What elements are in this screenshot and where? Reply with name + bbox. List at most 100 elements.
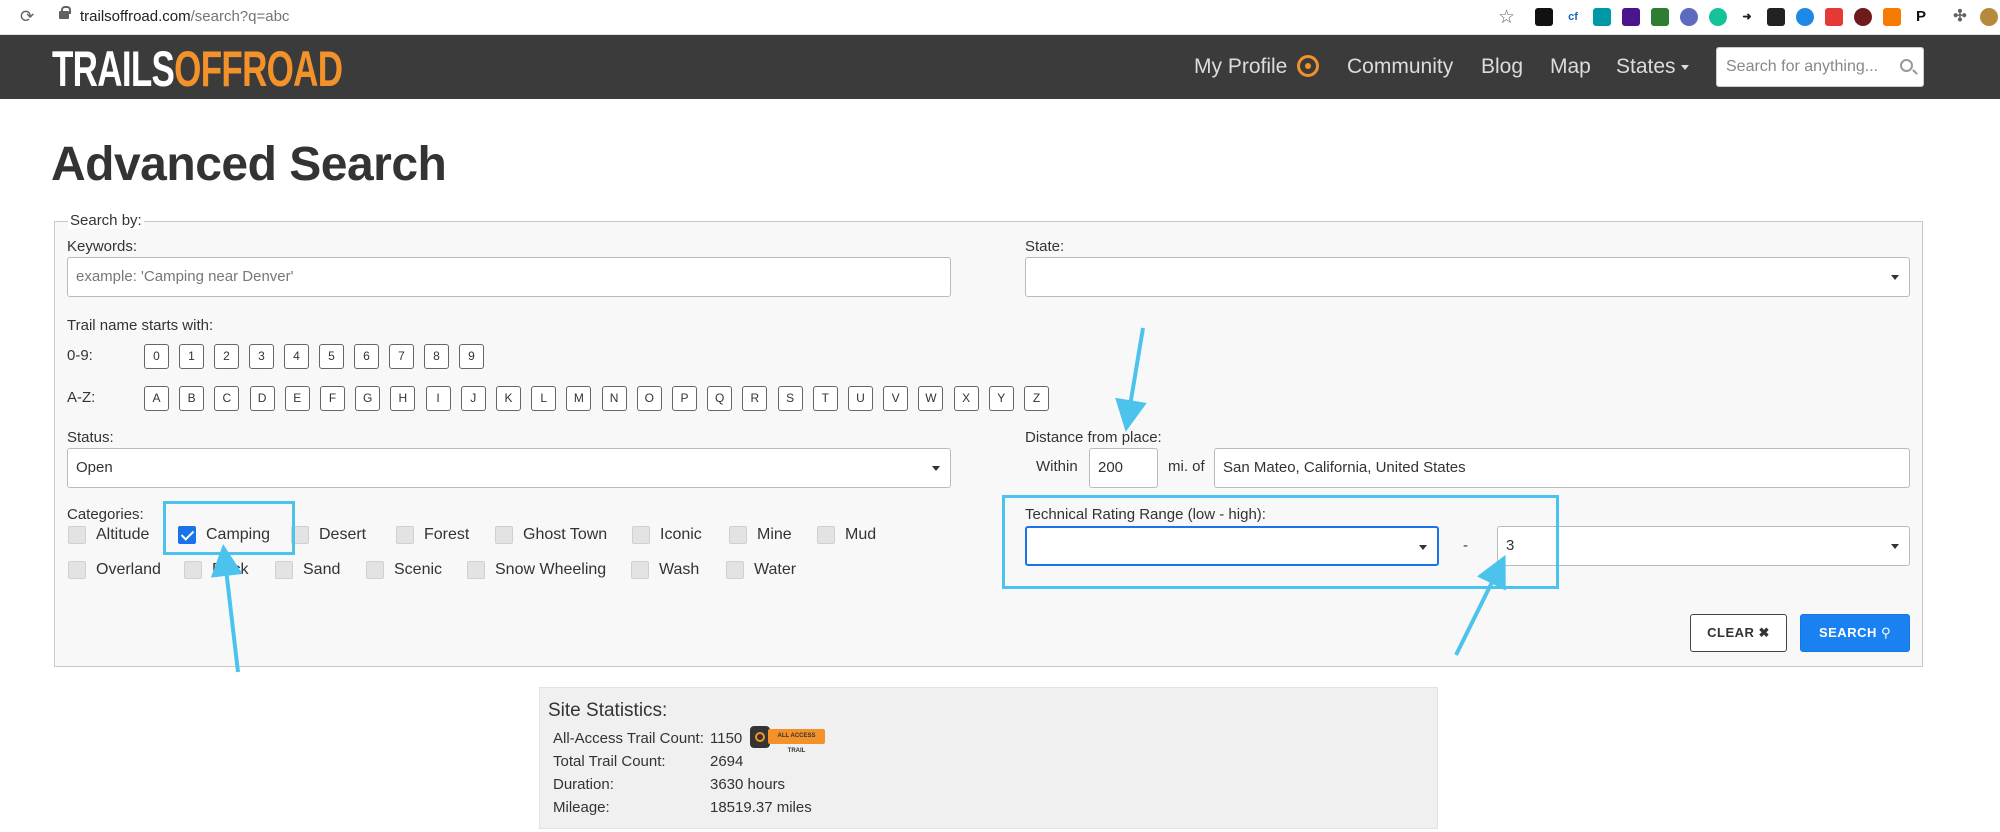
trail-digit-button[interactable]: 6 bbox=[354, 344, 379, 369]
nav-community[interactable]: Community bbox=[1347, 55, 1453, 79]
nav-map[interactable]: Map bbox=[1550, 55, 1591, 79]
state-select[interactable] bbox=[1025, 257, 1910, 297]
extension-icon[interactable] bbox=[1651, 8, 1669, 26]
extension-icon[interactable] bbox=[1854, 8, 1872, 26]
trail-letter-button[interactable]: F bbox=[320, 386, 345, 411]
site-search-input[interactable]: Search for anything... bbox=[1716, 47, 1924, 87]
category-checkbox[interactable] bbox=[817, 526, 835, 544]
trail-letter-button[interactable]: H bbox=[390, 386, 416, 411]
caret-down-icon bbox=[932, 466, 940, 471]
trail-letter-button[interactable]: Q bbox=[707, 386, 733, 411]
category-checkbox[interactable] bbox=[396, 526, 414, 544]
stat-label: Duration: bbox=[553, 776, 614, 793]
trail-letter-button[interactable]: R bbox=[742, 386, 768, 411]
category-checkbox[interactable] bbox=[467, 561, 485, 579]
trail-letter-button[interactable]: P bbox=[672, 386, 697, 411]
category-checkbox[interactable] bbox=[68, 561, 86, 579]
stat-value: 1150 bbox=[710, 730, 743, 747]
extension-icon[interactable] bbox=[1883, 8, 1901, 26]
trail-letter-button[interactable]: N bbox=[601, 386, 627, 411]
trail-letter-button[interactable]: D bbox=[249, 386, 275, 411]
trail-letter-button[interactable]: A bbox=[144, 386, 169, 411]
status-select[interactable]: Open bbox=[67, 448, 951, 488]
trail-digit-button[interactable]: 4 bbox=[284, 344, 309, 369]
trail-letter-button[interactable]: O bbox=[636, 386, 662, 411]
trail-letter-button[interactable]: L bbox=[531, 386, 557, 411]
category-checkbox[interactable] bbox=[726, 561, 744, 579]
search-icon[interactable] bbox=[1900, 59, 1913, 72]
extension-icon[interactable] bbox=[1767, 8, 1785, 26]
trail-letter-button[interactable]: K bbox=[496, 386, 521, 411]
site-logo[interactable]: TRAILSOFFROAD bbox=[52, 40, 343, 98]
trail-letter-button[interactable]: B bbox=[179, 386, 205, 411]
category-checkbox[interactable] bbox=[68, 526, 86, 544]
trail-letter-button[interactable]: M bbox=[566, 386, 592, 411]
address-bar[interactable]: trailsoffroad.com/search?q=abc bbox=[80, 8, 289, 25]
trail-letter-button[interactable]: J bbox=[460, 386, 486, 411]
trail-letter-button[interactable]: X bbox=[953, 386, 979, 411]
extension-icon[interactable]: cf bbox=[1564, 8, 1582, 26]
logo-text-offroad: OFFROAD bbox=[174, 41, 343, 97]
trail-letter-button[interactable]: Z bbox=[1024, 386, 1049, 411]
trail-letter-button[interactable]: Y bbox=[988, 386, 1014, 411]
trail-digit-button[interactable]: 8 bbox=[424, 344, 449, 369]
nav-blog[interactable]: Blog bbox=[1481, 55, 1523, 79]
extension-icon[interactable] bbox=[1535, 8, 1553, 26]
category-checkbox[interactable] bbox=[632, 526, 650, 544]
trail-digit-button[interactable]: 2 bbox=[214, 344, 239, 369]
category-label: Mud bbox=[845, 526, 877, 543]
extension-icon[interactable] bbox=[1622, 8, 1640, 26]
stat-value: 3630 hours bbox=[710, 776, 786, 793]
trail-letter-button[interactable]: U bbox=[848, 386, 873, 411]
trail-digit-button[interactable]: 3 bbox=[249, 344, 274, 369]
category-checkbox[interactable] bbox=[184, 561, 202, 579]
trail-digit-button[interactable]: 5 bbox=[319, 344, 344, 369]
extension-icon[interactable] bbox=[1593, 8, 1611, 26]
trail-letter-button[interactable]: I bbox=[425, 386, 451, 411]
trail-letter-button[interactable]: C bbox=[214, 386, 240, 411]
extension-icon[interactable] bbox=[1709, 8, 1727, 26]
annotation-box-rating bbox=[1002, 495, 1559, 589]
reload-icon[interactable]: ⟳ bbox=[20, 7, 34, 27]
trail-letter-button[interactable]: S bbox=[777, 386, 803, 411]
trail-letter-button[interactable]: T bbox=[812, 386, 838, 411]
target-icon bbox=[1297, 55, 1319, 77]
trail-digit-button[interactable]: 1 bbox=[179, 344, 204, 369]
trail-letter-button[interactable]: G bbox=[355, 386, 381, 411]
lock-icon[interactable] bbox=[59, 6, 71, 19]
avatar[interactable] bbox=[1980, 8, 1998, 26]
extension-icon[interactable]: P bbox=[1912, 8, 1930, 26]
caret-down-icon bbox=[1680, 64, 1689, 70]
keywords-input[interactable]: example: 'Camping near Denver' bbox=[67, 257, 951, 297]
distance-input[interactable]: 200 bbox=[1089, 448, 1158, 488]
search-icon: ⚲ bbox=[1881, 626, 1892, 641]
puzzle-icon[interactable]: ✣ bbox=[1951, 8, 1969, 26]
category-checkbox[interactable] bbox=[275, 561, 293, 579]
logo-text-trails: TRAILS bbox=[52, 41, 175, 97]
clear-button[interactable]: CLEAR ✖ bbox=[1690, 614, 1787, 652]
url-path: /search?q=abc bbox=[190, 8, 290, 25]
trail-digit-button[interactable]: 9 bbox=[459, 344, 484, 369]
site-statistics-panel bbox=[539, 687, 1438, 829]
search-button[interactable]: SEARCH ⚲ bbox=[1800, 614, 1910, 652]
place-input[interactable]: San Mateo, California, United States bbox=[1214, 448, 1910, 488]
category-checkbox[interactable] bbox=[729, 526, 747, 544]
extension-icon[interactable] bbox=[1796, 8, 1814, 26]
trail-digit-button[interactable]: 0 bbox=[144, 344, 169, 369]
extension-icon[interactable]: ➜ bbox=[1738, 8, 1756, 26]
extension-icon[interactable] bbox=[1680, 8, 1698, 26]
category-checkbox[interactable] bbox=[366, 561, 384, 579]
bookmark-star-icon[interactable]: ☆ bbox=[1498, 6, 1515, 28]
distance-label: Distance from place: bbox=[1025, 429, 1162, 446]
extension-icon[interactable] bbox=[1825, 8, 1843, 26]
trail-letter-button[interactable]: E bbox=[284, 386, 310, 411]
category-checkbox[interactable] bbox=[631, 561, 649, 579]
trail-letter-button[interactable]: W bbox=[918, 386, 944, 411]
place-value: San Mateo, California, United States bbox=[1223, 459, 1466, 476]
trail-letter-button[interactable]: V bbox=[883, 386, 909, 411]
category-checkbox[interactable] bbox=[495, 526, 513, 544]
nav-my-profile[interactable]: My Profile bbox=[1194, 55, 1287, 79]
trail-digit-button[interactable]: 7 bbox=[389, 344, 414, 369]
nav-states[interactable]: States bbox=[1616, 55, 1689, 79]
category-label: Water bbox=[754, 561, 797, 578]
